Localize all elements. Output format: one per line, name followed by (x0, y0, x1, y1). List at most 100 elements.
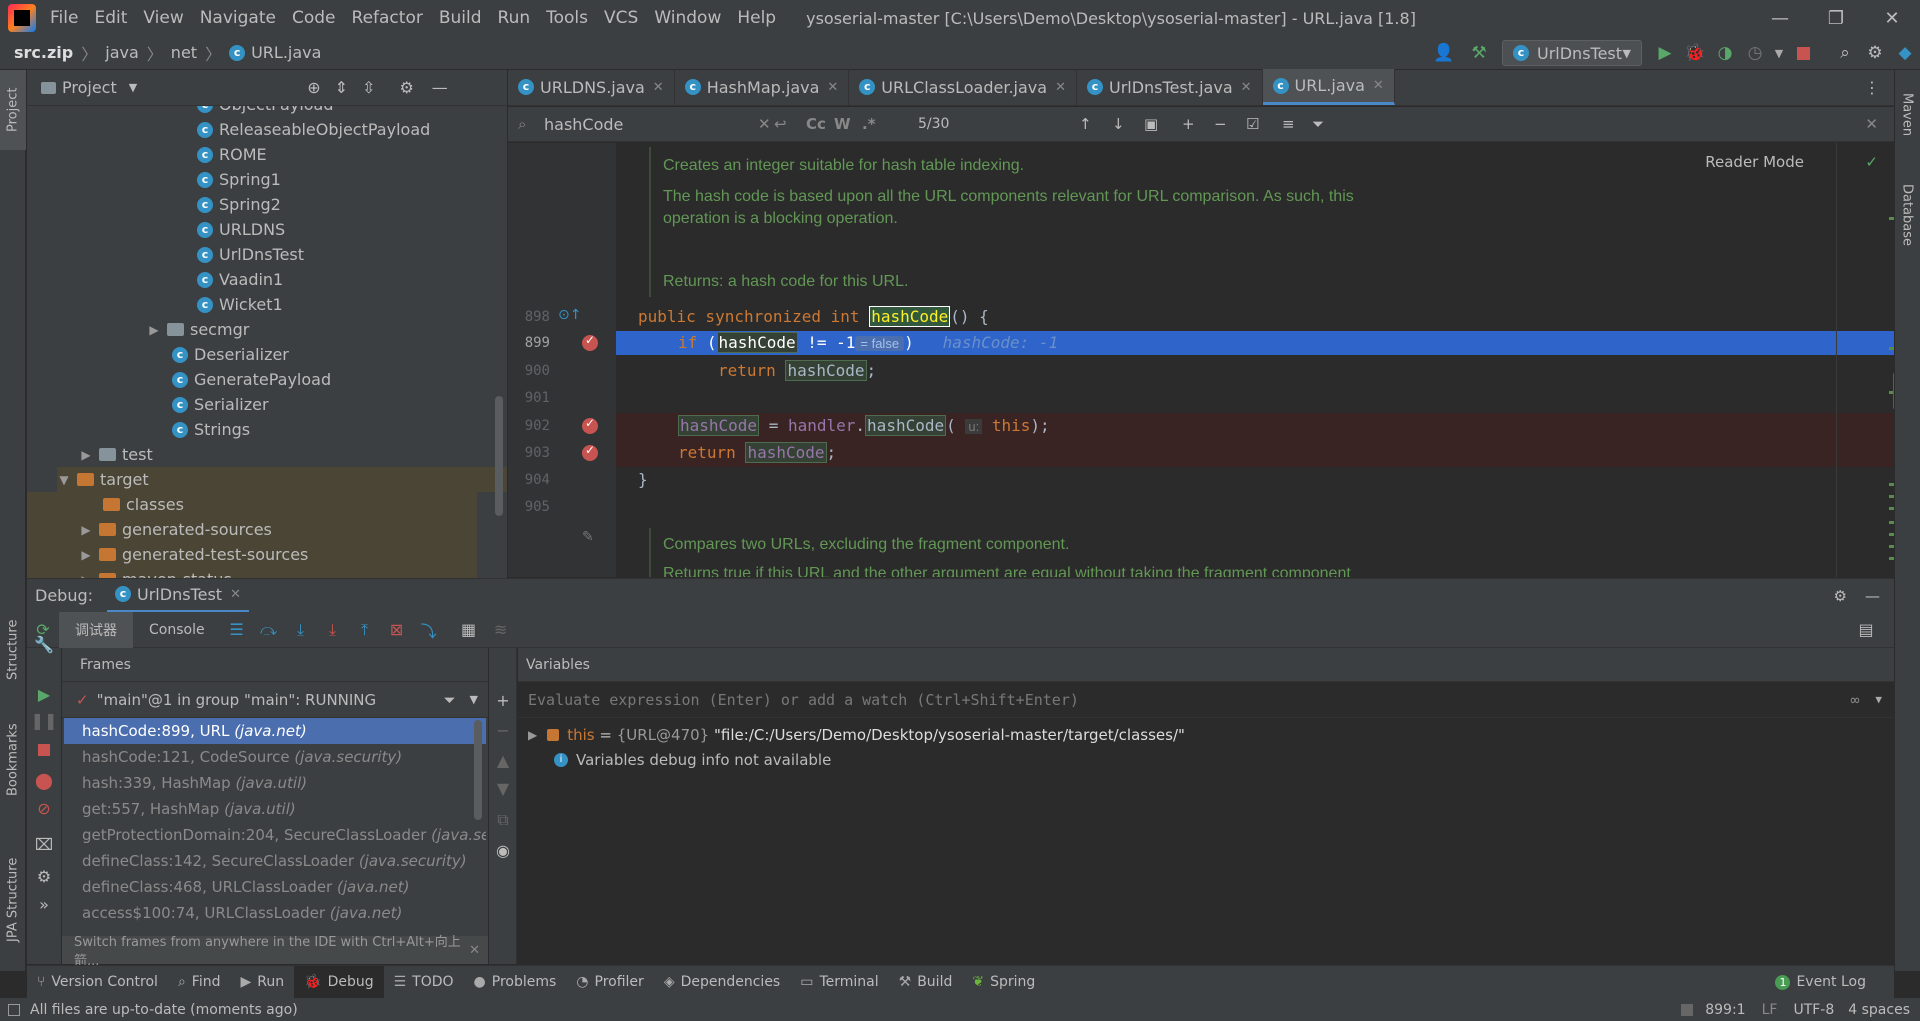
tab-urldnstest-java[interactable]: c UrlDnsTest.java ✕ (1077, 69, 1263, 105)
close-icon[interactable]: ✕ (230, 587, 241, 602)
breakpoint-icon[interactable] (582, 416, 598, 434)
file-encoding[interactable]: UTF-8 (1793, 1002, 1834, 1018)
tree-item[interactable]: ▶ generated-sources (27, 517, 477, 542)
run-icon[interactable]: ▶ (1650, 38, 1680, 68)
add-watch-icon[interactable]: + (487, 684, 519, 716)
tree-item[interactable]: c Spring1 (197, 167, 281, 192)
debug-icon[interactable]: 🐞 (1680, 38, 1710, 68)
breadcrumb-net[interactable]: net (171, 43, 197, 62)
open-in-find-window-icon[interactable]: ≡ (1274, 115, 1303, 133)
menu-run[interactable]: Run (490, 8, 539, 28)
tab-terminal[interactable]: ▭ Terminal (790, 966, 888, 999)
layout-icon[interactable]: ▤ (1850, 614, 1882, 646)
debug-session-tab[interactable]: c UrlDnsTest ✕ (107, 579, 249, 613)
move-down-icon[interactable]: ▼ (487, 772, 519, 804)
chevron-right-icon[interactable]: ▶ (147, 323, 161, 337)
tree-item[interactable]: ▶ secmgr (147, 317, 249, 342)
tab-todo[interactable]: ☰ TODO (384, 966, 464, 999)
frame-row[interactable]: getProtectionDomain:204, SecureClassLoad… (64, 822, 486, 848)
frame-row[interactable]: defineClass:142, SecureClassLoader (java… (64, 848, 486, 874)
frame-row[interactable]: defineClass:468, URLClassLoader (java.ne… (64, 874, 486, 900)
line-separator[interactable]: LF (1762, 1002, 1778, 1018)
camera-icon[interactable]: ⌧ (28, 828, 60, 860)
user-icon[interactable]: 👤 (1424, 38, 1464, 68)
more-tabs-icon[interactable]: ⋮ (1864, 78, 1880, 97)
previous-occurrence-icon[interactable]: ↑ (1071, 115, 1100, 133)
menu-view[interactable]: View (135, 8, 191, 28)
tab-hashmap-java[interactable]: c HashMap.java ✕ (675, 69, 850, 105)
side-tab-bookmarks[interactable]: Bookmarks (0, 710, 26, 810)
remove-watch-icon[interactable]: − (487, 714, 519, 746)
tree-item[interactable]: c Serializer (172, 392, 269, 417)
stop-icon[interactable] (1788, 38, 1818, 68)
more-run-chevron-icon[interactable]: ▼ (1770, 38, 1788, 68)
override-icon[interactable]: ⊙↑ (558, 307, 581, 323)
code-line-900[interactable]: return hashCode; (616, 359, 1894, 383)
reader-mode-toggle[interactable]: Reader Mode (1705, 153, 1804, 171)
chevron-down-icon[interactable]: ▼ (1875, 693, 1882, 706)
locate-icon[interactable]: ⊕ (307, 78, 320, 97)
frames-scrollbar[interactable] (474, 720, 482, 820)
menu-build[interactable]: Build (431, 8, 490, 28)
show-execution-point-icon[interactable]: ☰ (221, 614, 253, 646)
code-line-903[interactable]: return hashCode; (616, 441, 1894, 465)
editor-scrollbar[interactable] (1836, 143, 1894, 577)
close-icon[interactable]: ✕ (469, 943, 480, 958)
evaluate-expression-icon[interactable]: ▦ (453, 614, 485, 646)
tab-event-log[interactable]: 1 Event Log (1765, 966, 1876, 999)
tree-item[interactable]: c Deserializer (172, 342, 289, 367)
infinity-icon[interactable]: ∞ (1850, 691, 1859, 709)
close-icon[interactable]: ✕ (1055, 80, 1066, 95)
tab-version-control[interactable]: ⑂ Version Control (27, 966, 168, 999)
settings-gear-icon[interactable]: ⚙ (399, 78, 413, 97)
tree-item[interactable]: c ROME (197, 142, 267, 167)
breadcrumb-java[interactable]: java (105, 43, 139, 62)
filter-icon[interactable]: ⏷ (1304, 115, 1332, 133)
tree-item[interactable]: c Vaadin1 (197, 267, 283, 292)
breadcrumb-src-zip[interactable]: src.zip (14, 43, 73, 62)
frame-row[interactable]: access$100:74, URLClassLoader (java.net) (64, 900, 486, 926)
chevron-right-icon[interactable]: ▶ (79, 523, 93, 537)
breadcrumb-url-java[interactable]: URL.java (251, 43, 321, 62)
evaluate-expression-input[interactable]: Evaluate expression (Enter) or add a wat… (518, 682, 1894, 718)
tree-item[interactable]: classes (27, 492, 477, 517)
tab-console[interactable]: Console (133, 612, 221, 648)
tab-dependencies[interactable]: ◈ Dependencies (654, 966, 790, 999)
step-out-icon[interactable]: ⤒ (349, 614, 381, 646)
thread-select[interactable]: ✓ "main"@1 in group "main": RUNNING ⏷ ▼ (62, 682, 488, 718)
side-tab-jpa-structure[interactable]: JPA Structure (0, 840, 26, 960)
add-occurrence-icon[interactable]: + (1174, 115, 1203, 133)
minimize-button[interactable]: — (1752, 0, 1808, 36)
close-icon[interactable]: ✕ (1857, 115, 1886, 133)
menu-edit[interactable]: Edit (86, 8, 135, 28)
tree-item[interactable]: c URLDNS (197, 217, 285, 242)
jetbrains-toolbox-icon[interactable]: ◆ (1890, 38, 1920, 68)
status-square-icon[interactable] (8, 1003, 20, 1016)
run-configuration-select[interactable]: c UrlDnsTest ▼ (1502, 40, 1642, 66)
indent-setting[interactable]: 4 spaces (1848, 1002, 1910, 1018)
chevron-down-icon[interactable]: ▼ (57, 473, 71, 487)
chevron-down-icon[interactable]: ▼ (129, 81, 137, 94)
find-in-window-icon[interactable]: ▣ (1136, 115, 1166, 133)
copy-icon[interactable]: ⧉ (487, 804, 519, 836)
tab-build[interactable]: ⚒ Build (889, 966, 963, 999)
tree-item[interactable]: c UrlDnsTest (197, 242, 304, 267)
select-all-occurrences-icon[interactable]: ☑ (1238, 115, 1267, 133)
frame-row[interactable]: get:557, HashMap (java.util) (64, 796, 486, 822)
expand-all-icon[interactable]: ⇕ (335, 78, 348, 97)
edit-pencil-icon[interactable]: ✎ (582, 529, 594, 545)
project-scrollbar[interactable] (495, 396, 503, 516)
drop-frame-icon[interactable]: ⊠ (381, 614, 413, 646)
tree-item[interactable]: ▼ target (57, 467, 507, 492)
menu-vcs[interactable]: VCS (596, 8, 646, 28)
tree-item[interactable]: ▶ test (79, 442, 152, 467)
build-hammer-icon[interactable]: ⚒ (1464, 38, 1494, 68)
step-into-icon[interactable]: ⤓ (285, 614, 317, 646)
code-line-904[interactable]: } (616, 468, 1894, 492)
search-everywhere-icon[interactable]: ⌕ (1830, 38, 1860, 68)
project-panel-title[interactable]: Project (62, 78, 117, 97)
run-to-cursor-icon[interactable]: ⤵ (413, 614, 445, 646)
more-icon[interactable]: » (28, 888, 60, 920)
menu-file[interactable]: File (42, 8, 86, 28)
mute-breakpoints-icon[interactable]: ⊘ (28, 792, 60, 824)
